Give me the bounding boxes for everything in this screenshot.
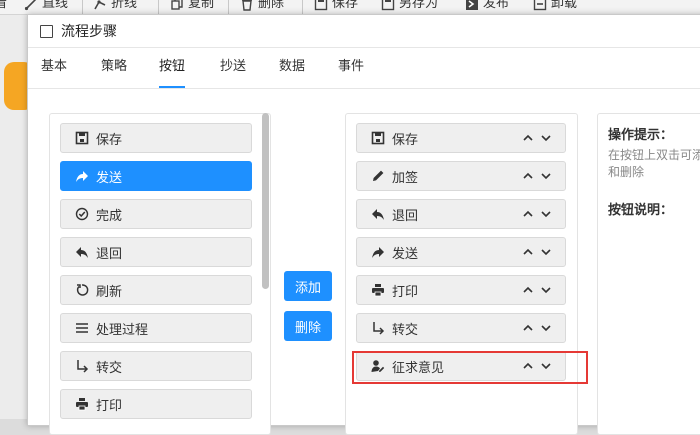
polyline-icon <box>94 0 106 10</box>
line-icon <box>24 0 37 11</box>
check-circle-icon <box>75 207 89 221</box>
move-down-icon[interactable] <box>541 247 551 257</box>
available-button-refresh[interactable]: 刷新 <box>60 275 252 305</box>
trash-icon <box>242 0 252 11</box>
move-up-icon[interactable] <box>523 133 533 143</box>
toolbar-line-button[interactable]: 直线 <box>24 0 68 14</box>
send-icon <box>75 169 89 183</box>
move-up-icon[interactable] <box>523 247 533 257</box>
uninstall-icon <box>533 0 547 11</box>
move-up-icon[interactable] <box>523 209 533 219</box>
selected-button-return[interactable]: 退回 <box>356 199 566 229</box>
print-icon <box>371 283 385 297</box>
publish-icon <box>466 0 478 10</box>
toolbar-save-button[interactable]: 保存 <box>314 0 358 14</box>
move-down-icon[interactable] <box>541 323 551 333</box>
toolbar-uninstall-button[interactable]: 卸载 <box>533 0 577 14</box>
available-button-complete[interactable]: 完成 <box>60 199 252 229</box>
tab-buttons[interactable]: 按钮 <box>159 48 186 88</box>
available-button-process[interactable]: 处理过程 <box>60 313 252 343</box>
available-button-print[interactable]: 打印 <box>60 389 252 419</box>
move-up-icon[interactable] <box>523 285 533 295</box>
highlight-annotation-box <box>352 351 588 384</box>
save-icon <box>75 131 89 145</box>
add-button[interactable]: 添加 <box>284 271 332 301</box>
save-as-icon <box>381 0 395 11</box>
pencil-icon <box>371 169 385 183</box>
tab-basic[interactable]: 基本 <box>41 48 67 86</box>
move-down-icon[interactable] <box>541 285 551 295</box>
toolbar-polyline-button[interactable]: 折线 <box>93 0 137 14</box>
save-icon <box>314 0 328 11</box>
selected-button-countersign[interactable]: 加签 <box>356 161 566 191</box>
available-button-save[interactable]: 保存 <box>60 123 252 153</box>
delete-button[interactable]: 删除 <box>284 311 332 341</box>
selected-button-send[interactable]: 发送 <box>356 237 566 267</box>
toolbar-edge-text: 看 <box>0 0 7 14</box>
hint-text: 在按钮上双击可添加和删除 <box>608 148 700 179</box>
selected-buttons-list: 保存 加签 退回 发送 打印 转交 征求意见 <box>345 113 578 435</box>
copy-icon <box>171 0 183 10</box>
toolbar-publish-button[interactable]: 发布 <box>465 0 509 14</box>
background-toolbar: 看 直线 折线 复制 删除 保存 另存为 发布 卸载 <box>0 0 700 15</box>
move-down-icon[interactable] <box>541 171 551 181</box>
tab-strategy[interactable]: 策略 <box>101 48 127 86</box>
button-description-title: 按钮说明： <box>608 203 674 218</box>
hint-panel: 操作提示： 在按钮上双击可添加和删除 按钮说明： <box>597 113 700 435</box>
selected-button-transfer[interactable]: 转交 <box>356 313 566 343</box>
print-icon <box>75 397 89 411</box>
available-buttons-list: 保存 发送 完成 退回 刷新 处理过程 转交 打印 <box>49 113 271 435</box>
dialog-tabs: 基本 策略 按钮 抄送 数据 事件 <box>28 48 700 89</box>
send-icon <box>371 245 385 259</box>
turn-arrow-icon <box>371 321 385 335</box>
move-down-icon[interactable] <box>541 133 551 143</box>
available-button-transfer[interactable]: 转交 <box>60 351 252 381</box>
move-up-icon[interactable] <box>523 323 533 333</box>
dialog-maximize-checkbox[interactable] <box>40 24 53 38</box>
toolbar-save-as-button[interactable]: 另存为 <box>381 0 438 14</box>
dialog-title: 流程步骤 <box>61 24 117 40</box>
tab-events[interactable]: 事件 <box>338 48 364 86</box>
reply-icon <box>371 207 385 221</box>
turn-arrow-icon <box>75 359 89 373</box>
tab-cc[interactable]: 抄送 <box>220 48 246 86</box>
available-list-scrollbar[interactable] <box>262 113 269 289</box>
selected-button-save[interactable]: 保存 <box>356 123 566 153</box>
list-icon <box>75 321 89 335</box>
save-icon <box>371 131 385 145</box>
hint-title: 操作提示： <box>608 128 674 143</box>
refresh-icon <box>75 283 89 297</box>
move-up-icon[interactable] <box>523 171 533 181</box>
tab-data[interactable]: 数据 <box>279 48 305 86</box>
available-button-return[interactable]: 退回 <box>60 237 252 267</box>
available-button-send[interactable]: 发送 <box>60 161 252 191</box>
move-down-icon[interactable] <box>541 209 551 219</box>
toolbar-delete-button[interactable]: 删除 <box>240 0 284 14</box>
toolbar-copy-button[interactable]: 复制 <box>170 0 214 14</box>
selected-button-print[interactable]: 打印 <box>356 275 566 305</box>
reply-icon <box>75 245 89 259</box>
dialog-header: 流程步骤 <box>28 15 700 48</box>
